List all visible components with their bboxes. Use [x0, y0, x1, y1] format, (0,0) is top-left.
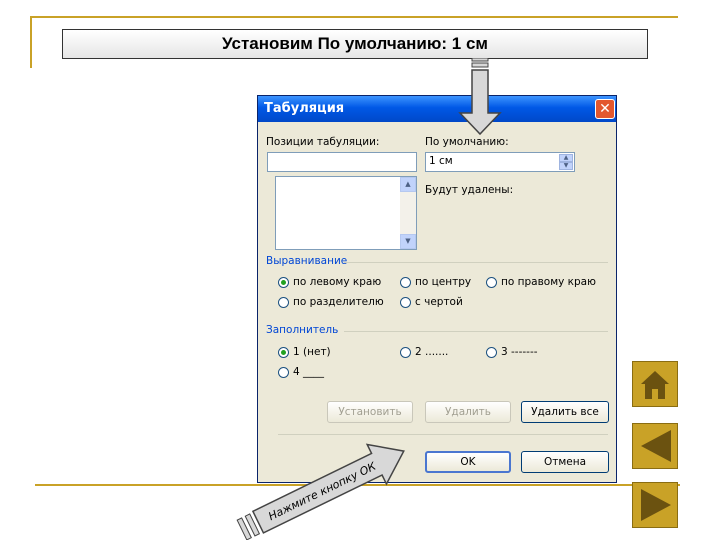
radio-filler-underline[interactable]: 4 ____: [278, 366, 324, 378]
radio-align-left[interactable]: по левому краю: [278, 276, 381, 288]
radio-align-decimal[interactable]: по разделителю: [278, 296, 384, 308]
close-button[interactable]: ✕: [595, 99, 615, 119]
tab-positions-label: Позиции табуляции:: [266, 136, 380, 148]
slide-left-rule: [30, 16, 32, 68]
home-icon: [641, 371, 669, 399]
alignment-divider: [344, 262, 608, 263]
back-button[interactable]: [632, 423, 678, 469]
delete-all-button[interactable]: Удалить все: [521, 401, 609, 423]
scroll-up-icon[interactable]: ▲: [400, 177, 416, 192]
dialog-titlebar: Табуляция: [258, 96, 616, 122]
list-scrollbar[interactable]: ▲ ▼: [400, 177, 416, 249]
radio-dot: [278, 296, 289, 308]
cancel-button[interactable]: Отмена: [521, 451, 609, 473]
down-arrow-icon: [458, 58, 502, 136]
filler-divider: [344, 331, 608, 332]
radio-align-right[interactable]: по правому краю: [486, 276, 596, 288]
radio-dot: [400, 276, 411, 288]
radio-filler-dashes[interactable]: 3 -------: [486, 346, 538, 358]
radio-dot: [400, 296, 411, 308]
set-button[interactable]: Установить: [327, 401, 413, 423]
spin-down-icon[interactable]: ▼: [559, 162, 573, 170]
radio-dot: [278, 366, 289, 378]
to-remove-label: Будут удалены:: [425, 184, 514, 196]
radio-dot: [400, 346, 411, 358]
radio-dot: [278, 276, 289, 288]
alignment-group-title: Выравнивание: [266, 255, 348, 267]
triangle-left-icon: [641, 430, 671, 462]
default-stop-input[interactable]: 1 см ▲ ▼: [425, 152, 575, 172]
triangle-right-icon: [641, 489, 671, 521]
tab-positions-input[interactable]: [267, 152, 417, 172]
radio-align-bar[interactable]: с чертой: [400, 296, 463, 308]
buttons-separator: [278, 434, 608, 435]
ok-button[interactable]: OK: [425, 451, 511, 473]
slide-title: Установим По умолчанию: 1 см: [62, 29, 648, 59]
slide-top-rule: [30, 16, 678, 18]
default-stop-stepper[interactable]: ▲ ▼: [559, 154, 573, 170]
home-button[interactable]: [632, 361, 678, 407]
radio-dot: [486, 346, 497, 358]
radio-filler-none[interactable]: 1 (нет): [278, 346, 331, 358]
radio-dot: [486, 276, 497, 288]
close-icon: ✕: [599, 101, 611, 117]
forward-button[interactable]: [632, 482, 678, 528]
hint-arrow: Нажмите кнопку ОК: [236, 443, 405, 540]
radio-filler-dots[interactable]: 2 .......: [400, 346, 448, 358]
spin-up-icon[interactable]: ▲: [559, 154, 573, 162]
dialog-title: Табуляция: [264, 101, 345, 116]
radio-dot: [278, 346, 289, 358]
filler-group-title: Заполнитель: [266, 324, 339, 336]
delete-button[interactable]: Удалить: [425, 401, 511, 423]
radio-align-center[interactable]: по центру: [400, 276, 471, 288]
default-stop-value: 1 см: [429, 155, 453, 167]
tab-positions-list[interactable]: ▲ ▼: [275, 176, 417, 250]
scroll-down-icon[interactable]: ▼: [400, 234, 416, 249]
hint-text: Нажмите кнопку ОК: [266, 459, 379, 523]
tabs-dialog: Табуляция ✕ Позиции табуляции: ▲ ▼ По ум…: [257, 95, 617, 483]
